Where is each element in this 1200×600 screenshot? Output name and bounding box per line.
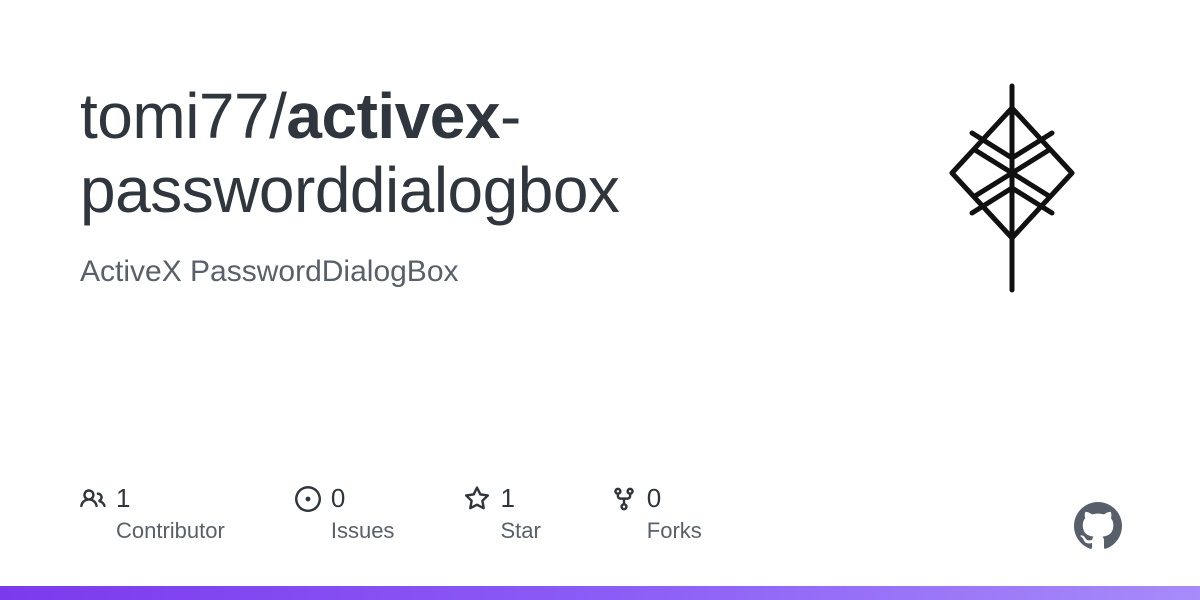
repo-owner[interactable]: tomi77 [80,80,269,152]
fork-icon [611,486,637,512]
contributors-count: 1 [116,483,130,514]
forks-label: Forks [647,518,702,544]
repo-title[interactable]: tomi77/activex-passworddialogbox [80,80,900,227]
stars-count: 1 [500,483,514,514]
repo-stats: 1 Contributor 0 Issues 1 Star [80,483,702,544]
stat-forks[interactable]: 0 Forks [611,483,702,544]
social-card: tomi77/activex-passworddialogbox ActiveX… [0,0,1200,600]
stat-contributors[interactable]: 1 Contributor [80,483,225,544]
repo-name-part1[interactable]: activex [286,80,500,152]
accent-bar [0,586,1200,600]
forks-count: 0 [647,483,661,514]
repo-name-hyphen: - [500,80,521,152]
github-logo-icon[interactable] [1074,502,1122,550]
issue-icon [295,486,321,512]
contributors-label: Contributor [116,518,225,544]
star-icon [464,486,490,512]
avatar[interactable] [902,78,1122,298]
stat-stars[interactable]: 1 Star [464,483,540,544]
avatar-rune-icon [927,78,1097,298]
issues-label: Issues [331,518,395,544]
people-icon [80,486,106,512]
stars-label: Star [500,518,540,544]
repo-separator: / [269,80,286,152]
repo-name-part2[interactable]: passworddialogbox [80,154,619,226]
issues-count: 0 [331,483,345,514]
stat-issues[interactable]: 0 Issues [295,483,395,544]
